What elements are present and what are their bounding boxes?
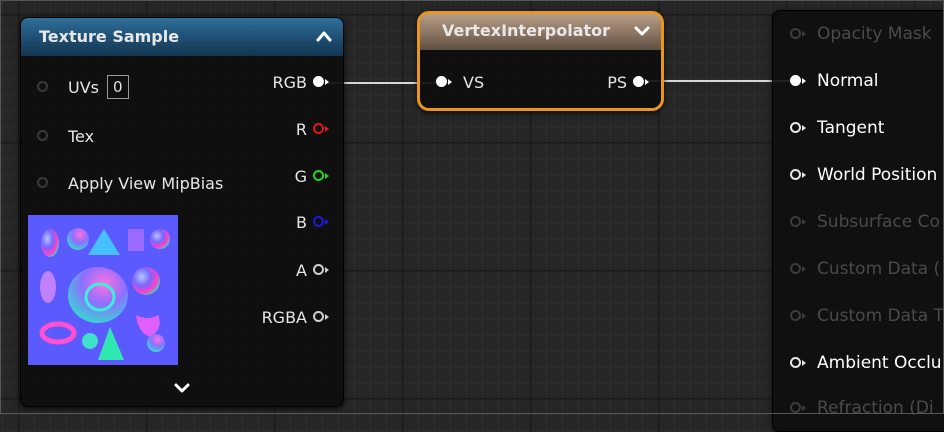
chevron-down-icon[interactable] <box>633 24 651 38</box>
refraction-pin-icon[interactable] <box>790 401 806 415</box>
custom-data-0-label: Custom Data ( <box>817 259 941 279</box>
world-position-pin-icon[interactable] <box>790 168 806 182</box>
pin-normal[interactable]: Normal <box>790 71 879 91</box>
ps-label: PS <box>607 73 627 92</box>
texture-preview-thumbnail <box>28 215 178 365</box>
opacity-mask-label: Opacity Mask <box>817 24 932 44</box>
uvs-label: UVs <box>68 77 99 97</box>
vertex-interpolator-title: VertexInterpolator <box>442 21 611 40</box>
input-apply-view-mipbias[interactable]: Apply View MipBias <box>37 174 223 193</box>
rgb-label: RGB <box>272 73 308 92</box>
b-label: B <box>296 213 307 232</box>
r-pin-icon[interactable] <box>313 123 329 136</box>
apply-view-mipbias-pin-icon[interactable] <box>37 177 52 190</box>
output-a[interactable]: A <box>296 261 329 280</box>
g-label: G <box>294 167 307 186</box>
uvs-index-field[interactable]: 0 <box>107 75 129 99</box>
texture-sample-header[interactable]: Texture Sample <box>21 18 343 56</box>
apply-view-mipbias-label: Apply View MipBias <box>68 174 224 193</box>
wire-ps-to-normal[interactable] <box>648 80 790 82</box>
rgb-pin-icon[interactable] <box>313 76 329 89</box>
output-r[interactable]: R <box>295 120 329 139</box>
pin-opacity-mask[interactable]: Opacity Mask <box>790 24 932 44</box>
subsurface-color-pin-icon[interactable] <box>790 215 806 229</box>
chevron-up-icon[interactable] <box>315 29 333 43</box>
opacity-mask-pin-icon[interactable] <box>790 27 806 41</box>
output-g[interactable]: G <box>294 167 329 186</box>
normal-pin-icon[interactable] <box>790 74 806 88</box>
output-rgba[interactable]: RGBA <box>261 308 329 327</box>
g-pin-icon[interactable] <box>313 170 329 183</box>
output-ps[interactable]: PS <box>607 73 649 92</box>
tex-label: Tex <box>68 127 95 146</box>
vs-pin-icon[interactable] <box>436 76 452 89</box>
vertex-interpolator-header[interactable]: VertexInterpolator <box>420 14 661 50</box>
uvs-pin-icon[interactable] <box>37 80 52 94</box>
custom-data-1-pin-icon[interactable] <box>790 309 806 323</box>
vertex-interpolator-node[interactable]: VertexInterpolator <box>417 11 664 111</box>
subsurface-color-label: Subsurface Co <box>817 212 940 232</box>
r-label: R <box>295 120 307 139</box>
tex-pin-icon[interactable] <box>37 130 52 143</box>
rgba-pin-icon[interactable] <box>313 311 329 324</box>
pin-world-position[interactable]: World Position <box>790 165 937 185</box>
pin-tangent[interactable]: Tangent <box>790 118 884 138</box>
normal-label: Normal <box>817 71 879 91</box>
ambient-occlusion-label: Ambient Occlu <box>817 353 942 373</box>
input-tex[interactable]: Tex <box>37 127 94 146</box>
a-pin-icon[interactable] <box>313 264 329 277</box>
output-rgb[interactable]: RGB <box>273 73 329 92</box>
input-uvs[interactable]: UVs 0 <box>37 75 129 99</box>
output-b[interactable]: B <box>296 213 329 232</box>
world-position-label: World Position <box>817 165 938 185</box>
tangent-pin-icon[interactable] <box>790 121 806 135</box>
custom-data-1-label: Custom Data T <box>817 306 944 326</box>
pin-refraction[interactable]: Refraction (Di <box>790 398 934 418</box>
b-pin-icon[interactable] <box>313 216 329 229</box>
pin-ambient-occlusion[interactable]: Ambient Occlu <box>790 353 942 373</box>
pin-subsurface-color[interactable]: Subsurface Co <box>790 212 940 232</box>
ps-pin-icon[interactable] <box>633 76 649 89</box>
custom-data-0-pin-icon[interactable] <box>790 262 806 276</box>
pin-custom-data-1[interactable]: Custom Data T <box>790 306 944 326</box>
vs-label: VS <box>463 73 485 92</box>
tangent-label: Tangent <box>817 118 885 138</box>
input-vs[interactable]: VS <box>436 73 484 92</box>
ambient-occlusion-pin-icon[interactable] <box>790 356 806 370</box>
refraction-label: Refraction (Di <box>817 398 934 418</box>
rgba-label: RGBA <box>261 308 307 327</box>
texture-sample-title: Texture Sample <box>39 27 180 46</box>
a-label: A <box>296 261 307 280</box>
chevron-down-icon[interactable] <box>173 382 191 394</box>
pin-custom-data-0[interactable]: Custom Data ( <box>790 259 940 279</box>
